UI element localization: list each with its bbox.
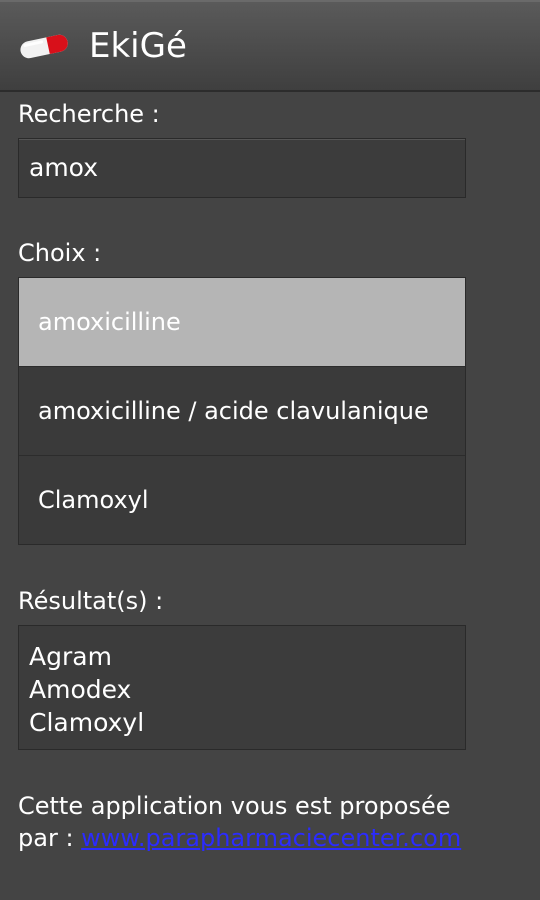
result-item: Clamoxyl	[29, 708, 145, 737]
footer-credit: Cette application vous est proposée par …	[18, 790, 488, 854]
footer-text: Cette application vous est proposée	[18, 792, 451, 820]
choice-item[interactable]: Clamoxyl	[19, 456, 465, 545]
results-label: Résultat(s) :	[18, 587, 164, 615]
title-bar: EkiGé	[0, 0, 540, 92]
result-item: Amodex	[29, 675, 132, 704]
choice-item[interactable]: amoxicilline / acide clavulanique	[19, 367, 465, 456]
search-input[interactable]: amox	[18, 138, 466, 198]
footer-prefix: par :	[18, 824, 82, 852]
choice-item[interactable]: amoxicilline	[19, 278, 465, 367]
app-title: EkiGé	[89, 26, 187, 66]
pill-icon	[20, 34, 68, 59]
choices-list[interactable]: amoxicilline amoxicilline / acide clavul…	[18, 277, 466, 545]
result-item: Agram	[29, 642, 112, 671]
website-link[interactable]: www.parapharmaciecenter.com	[81, 824, 461, 852]
search-label: Recherche :	[18, 100, 160, 128]
results-box: Agram Amodex Clamoxyl	[18, 625, 466, 750]
choices-label: Choix :	[18, 239, 102, 267]
footer-link-line: par : www.parapharmaciecenter.com	[18, 822, 488, 854]
